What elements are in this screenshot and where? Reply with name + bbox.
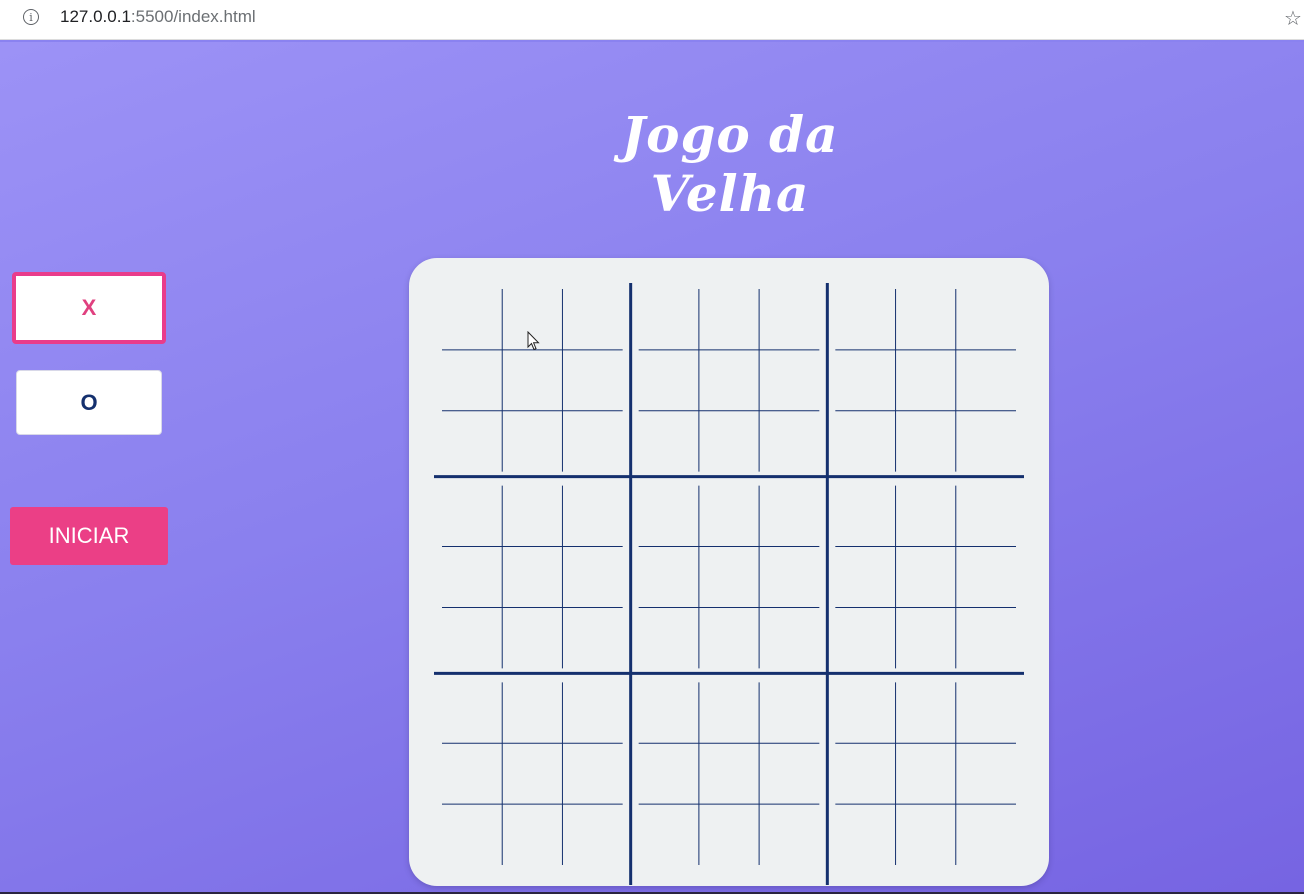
board-cell[interactable] — [639, 350, 699, 411]
board-cell[interactable] — [699, 486, 759, 547]
board-cell[interactable] — [896, 607, 956, 668]
board-cell[interactable] — [699, 682, 759, 743]
board-cell[interactable] — [442, 486, 502, 547]
board-cell[interactable] — [759, 804, 819, 865]
board-cell[interactable] — [896, 411, 956, 472]
board-cell[interactable] — [835, 607, 895, 668]
board-cell[interactable] — [896, 682, 956, 743]
board-cell[interactable] — [442, 350, 502, 411]
board-cell[interactable] — [502, 486, 562, 547]
board-cell[interactable] — [442, 289, 502, 350]
mouse-cursor-icon — [527, 331, 540, 351]
board-cell[interactable] — [562, 743, 622, 804]
choose-o-button[interactable]: O — [16, 370, 162, 435]
choose-o-label: O — [80, 389, 98, 415]
board-cell[interactable] — [759, 547, 819, 608]
board-cell[interactable] — [639, 411, 699, 472]
board-cell[interactable] — [835, 350, 895, 411]
board-cell[interactable] — [639, 804, 699, 865]
board-cell[interactable] — [896, 350, 956, 411]
board-cell[interactable] — [759, 607, 819, 668]
board-cell[interactable] — [759, 743, 819, 804]
board-cell[interactable] — [835, 411, 895, 472]
board-cell[interactable] — [896, 743, 956, 804]
board-cell[interactable] — [835, 682, 895, 743]
board-cell[interactable] — [759, 411, 819, 472]
board-cell[interactable] — [442, 804, 502, 865]
board-cell[interactable] — [502, 607, 562, 668]
board-cell[interactable] — [502, 804, 562, 865]
board-cell[interactable] — [562, 547, 622, 608]
board-cell[interactable] — [639, 547, 699, 608]
board-cell[interactable] — [699, 289, 759, 350]
board-cell[interactable] — [562, 804, 622, 865]
board-cell[interactable] — [502, 682, 562, 743]
board-cell[interactable] — [639, 607, 699, 668]
board-cell[interactable] — [956, 411, 1016, 472]
board-cell[interactable] — [502, 743, 562, 804]
page-title: Jogo da Velha — [621, 105, 839, 223]
url-path: :5500/index.html — [130, 7, 256, 26]
browser-address-bar: i 127.0.0.1:5500/index.html ☆ — [0, 0, 1304, 40]
board-cell[interactable] — [896, 804, 956, 865]
board-cell[interactable] — [562, 682, 622, 743]
url-field[interactable]: 127.0.0.1:5500/index.html — [60, 7, 256, 27]
board-cell[interactable] — [502, 411, 562, 472]
board-cell[interactable] — [835, 547, 895, 608]
board-grid — [434, 283, 1024, 885]
board-cell[interactable] — [442, 607, 502, 668]
board-cell[interactable] — [759, 486, 819, 547]
board-cell[interactable] — [835, 486, 895, 547]
board-cell[interactable] — [956, 289, 1016, 350]
board-cell[interactable] — [956, 607, 1016, 668]
board-cell[interactable] — [759, 682, 819, 743]
board-cell[interactable] — [956, 547, 1016, 608]
board-cell[interactable] — [835, 289, 895, 350]
board-cell[interactable] — [562, 289, 622, 350]
start-button[interactable]: INICIAR — [10, 507, 168, 565]
board-cell[interactable] — [699, 607, 759, 668]
board-cell[interactable] — [835, 743, 895, 804]
board-cell[interactable] — [639, 486, 699, 547]
board-cell[interactable] — [562, 607, 622, 668]
board-cell[interactable] — [562, 486, 622, 547]
choose-x-label: X — [81, 295, 97, 320]
game-board — [409, 258, 1049, 886]
info-icon[interactable]: i — [23, 9, 39, 25]
board-cell[interactable] — [442, 411, 502, 472]
board-cell[interactable] — [502, 350, 562, 411]
board-cell[interactable] — [699, 804, 759, 865]
board-cell[interactable] — [562, 411, 622, 472]
board-cell[interactable] — [956, 682, 1016, 743]
board-cell[interactable] — [699, 743, 759, 804]
bookmark-star-icon[interactable]: ☆ — [1284, 6, 1302, 30]
board-cell[interactable] — [835, 804, 895, 865]
board-cell[interactable] — [639, 289, 699, 350]
board-cell[interactable] — [502, 547, 562, 608]
board-cell[interactable] — [956, 804, 1016, 865]
board-cell[interactable] — [896, 486, 956, 547]
board-cell[interactable] — [759, 350, 819, 411]
board-cell[interactable] — [639, 682, 699, 743]
board-cell[interactable] — [639, 743, 699, 804]
choose-x-button[interactable]: X — [12, 272, 166, 344]
board-cell[interactable] — [896, 547, 956, 608]
board-cell[interactable] — [699, 411, 759, 472]
board-cell[interactable] — [442, 547, 502, 608]
board-cell[interactable] — [956, 486, 1016, 547]
board-cell[interactable] — [956, 743, 1016, 804]
board-cell[interactable] — [699, 547, 759, 608]
board-cell[interactable] — [896, 289, 956, 350]
url-host: 127.0.0.1 — [60, 7, 131, 26]
board-cell[interactable] — [956, 350, 1016, 411]
board-cell[interactable] — [562, 350, 622, 411]
board-cell[interactable] — [442, 682, 502, 743]
board-cell[interactable] — [699, 350, 759, 411]
board-cell[interactable] — [759, 289, 819, 350]
board-cell[interactable] — [442, 743, 502, 804]
